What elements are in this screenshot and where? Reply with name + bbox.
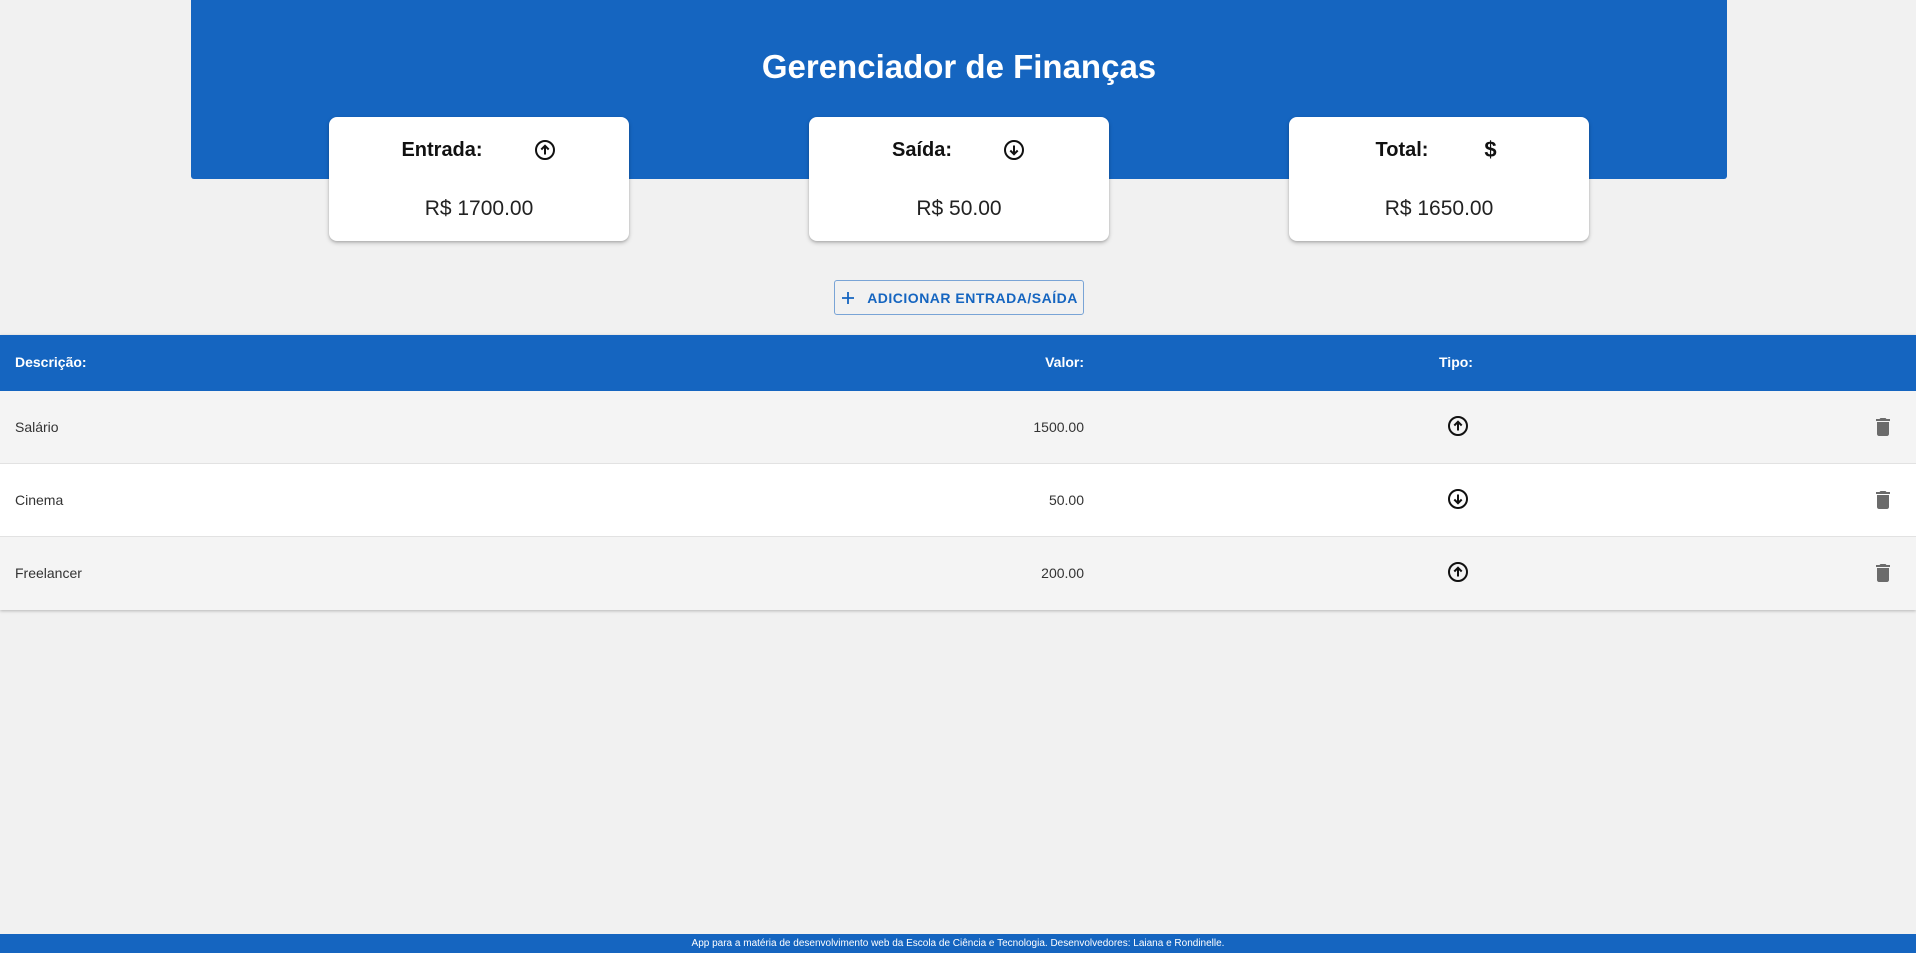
finance-app: Gerenciador de Finanças Entrada: R$ 1700… bbox=[0, 0, 1916, 953]
table-header: Descrição: Valor: Tipo: bbox=[0, 335, 1916, 391]
total-card: Total: $ R$ 1650.00 bbox=[1289, 117, 1589, 241]
row-descricao: Salário bbox=[15, 419, 59, 435]
trash-icon[interactable] bbox=[1871, 415, 1895, 439]
row-descricao: Freelancer bbox=[15, 565, 82, 581]
entrada-label: Entrada: bbox=[401, 138, 483, 161]
saida-label: Saída: bbox=[891, 138, 953, 161]
trash-icon[interactable] bbox=[1871, 488, 1895, 512]
footer: App para a matéria de desenvolvimento we… bbox=[0, 934, 1916, 953]
dollar-icon: $ bbox=[1484, 137, 1497, 162]
arrow-down-circle-icon bbox=[1002, 138, 1026, 162]
header-valor: Valor: bbox=[1045, 354, 1084, 370]
total-value: R$ 1650.00 bbox=[1384, 197, 1494, 220]
entrada-card: Entrada: R$ 1700.00 bbox=[329, 117, 629, 241]
row-valor: 200.00 bbox=[1041, 565, 1084, 581]
footer-text: App para a matéria de desenvolvimento we… bbox=[691, 938, 1225, 949]
arrow-up-circle-icon bbox=[533, 138, 557, 162]
arrow-down-circle-icon bbox=[1446, 487, 1470, 511]
trash-icon[interactable] bbox=[1871, 561, 1895, 585]
arrow-up-circle-icon bbox=[1446, 560, 1470, 584]
row-valor: 50.00 bbox=[1048, 492, 1084, 508]
header-descricao: Descrição: bbox=[15, 354, 87, 370]
transactions-table: Descrição: Valor: Tipo: Salário 1500.00 … bbox=[0, 335, 1916, 610]
row-descricao: Cinema bbox=[15, 492, 64, 508]
table-row: Freelancer 200.00 bbox=[0, 537, 1916, 610]
saida-value: R$ 50.00 bbox=[916, 197, 1002, 220]
arrow-up-circle-icon bbox=[1446, 414, 1470, 438]
entrada-value: R$ 1700.00 bbox=[424, 197, 534, 220]
table-row: Salário 1500.00 bbox=[0, 391, 1916, 464]
add-entry-button[interactable]: ADICIONAR ENTRADA/SAÍDA bbox=[834, 280, 1084, 315]
table-row: Cinema 50.00 bbox=[0, 464, 1916, 537]
add-entry-label: ADICIONAR ENTRADA/SAÍDA bbox=[867, 289, 1078, 306]
plus-icon bbox=[840, 290, 856, 306]
row-valor: 1500.00 bbox=[1033, 419, 1084, 435]
header-tipo: Tipo: bbox=[1439, 354, 1473, 370]
total-label: Total: bbox=[1375, 138, 1429, 161]
page-title: Gerenciador de Finanças bbox=[761, 48, 1157, 85]
saida-card: Saída: R$ 50.00 bbox=[809, 117, 1109, 241]
